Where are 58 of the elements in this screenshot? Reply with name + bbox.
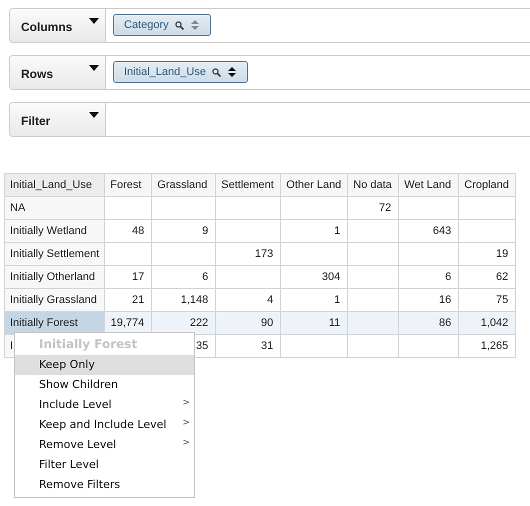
dropdown-arrow-icon bbox=[89, 18, 99, 24]
submenu-arrow: > bbox=[182, 417, 190, 430]
table-cell: 90 bbox=[261, 316, 274, 329]
table-cell: 1,042 bbox=[480, 316, 508, 329]
table-cell: 222 bbox=[190, 316, 208, 329]
sort-icon[interactable] bbox=[226, 66, 237, 78]
search-icon[interactable] bbox=[212, 68, 221, 76]
table-cell: 9 bbox=[202, 224, 208, 237]
table-cell: 1 bbox=[334, 294, 340, 306]
search-icon[interactable] bbox=[174, 20, 184, 30]
menu-item[interactable]: Keep Only bbox=[15, 355, 194, 375]
table-cell: 6 bbox=[445, 270, 452, 283]
row-header[interactable]: I bbox=[10, 340, 14, 352]
table-cell: 1,265 bbox=[480, 340, 508, 352]
table-cell: 304 bbox=[322, 270, 340, 283]
table-cell: 31 bbox=[261, 340, 274, 352]
shelf-label-button[interactable]: Rows bbox=[10, 56, 106, 89]
table-cell: 72 bbox=[379, 202, 392, 214]
table-cell: 21 bbox=[132, 294, 144, 306]
column-header[interactable]: No data bbox=[348, 174, 399, 196]
dropdown-arrow-icon bbox=[89, 65, 99, 71]
table-cell: 75 bbox=[496, 294, 508, 306]
column-header[interactable]: Forest bbox=[104, 174, 152, 196]
table-cell: 35 bbox=[196, 340, 208, 352]
field-pill[interactable]: Category bbox=[113, 14, 211, 36]
column-header[interactable]: Initial_Land_Use bbox=[4, 174, 105, 196]
table-cell: 17 bbox=[132, 270, 144, 283]
table-cell: 11 bbox=[328, 316, 340, 329]
column-header[interactable]: Other Land bbox=[280, 174, 348, 196]
table-cell: 1,148 bbox=[180, 294, 208, 306]
shelf-label-button[interactable]: Filter bbox=[10, 103, 106, 136]
field-pill-label: Initial_Land_Use bbox=[124, 64, 206, 80]
shelf-bar[interactable]: Filter bbox=[9, 102, 530, 137]
table-cell: 1 bbox=[334, 224, 340, 237]
table-cell: 48 bbox=[132, 224, 144, 237]
column-header[interactable]: Settlement bbox=[216, 174, 281, 196]
field-pill[interactable]: Initial_Land_Use bbox=[113, 61, 248, 83]
shelf-label-button[interactable]: Columns bbox=[10, 9, 106, 42]
table-cell: 6 bbox=[202, 270, 208, 283]
table-cell: 4 bbox=[267, 294, 274, 306]
table-cell: 62 bbox=[496, 270, 508, 283]
submenu-arrow: > bbox=[182, 437, 190, 450]
row-header[interactable]: NA bbox=[10, 202, 26, 214]
shelf-bar[interactable]: Rows Initial_Land_Use bbox=[9, 55, 530, 90]
table-cell: 19,774 bbox=[110, 316, 144, 329]
column-header[interactable]: Wet Land bbox=[398, 174, 459, 196]
table-cell: 16 bbox=[439, 294, 452, 306]
table-cell: 173 bbox=[254, 248, 274, 260]
field-pill-label: Category bbox=[124, 18, 169, 33]
menu-title: Initially Forest bbox=[38, 336, 138, 353]
table-cell: 86 bbox=[439, 316, 452, 329]
table-cell: 643 bbox=[432, 224, 452, 237]
dropdown-arrow-icon bbox=[89, 112, 99, 118]
column-header[interactable]: Grassland bbox=[152, 174, 216, 196]
column-header[interactable]: Cropland bbox=[458, 174, 516, 196]
submenu-arrow: > bbox=[182, 397, 190, 410]
table-cell: 19 bbox=[496, 248, 508, 260]
shelf-bar[interactable]: Columns Category bbox=[9, 8, 530, 43]
